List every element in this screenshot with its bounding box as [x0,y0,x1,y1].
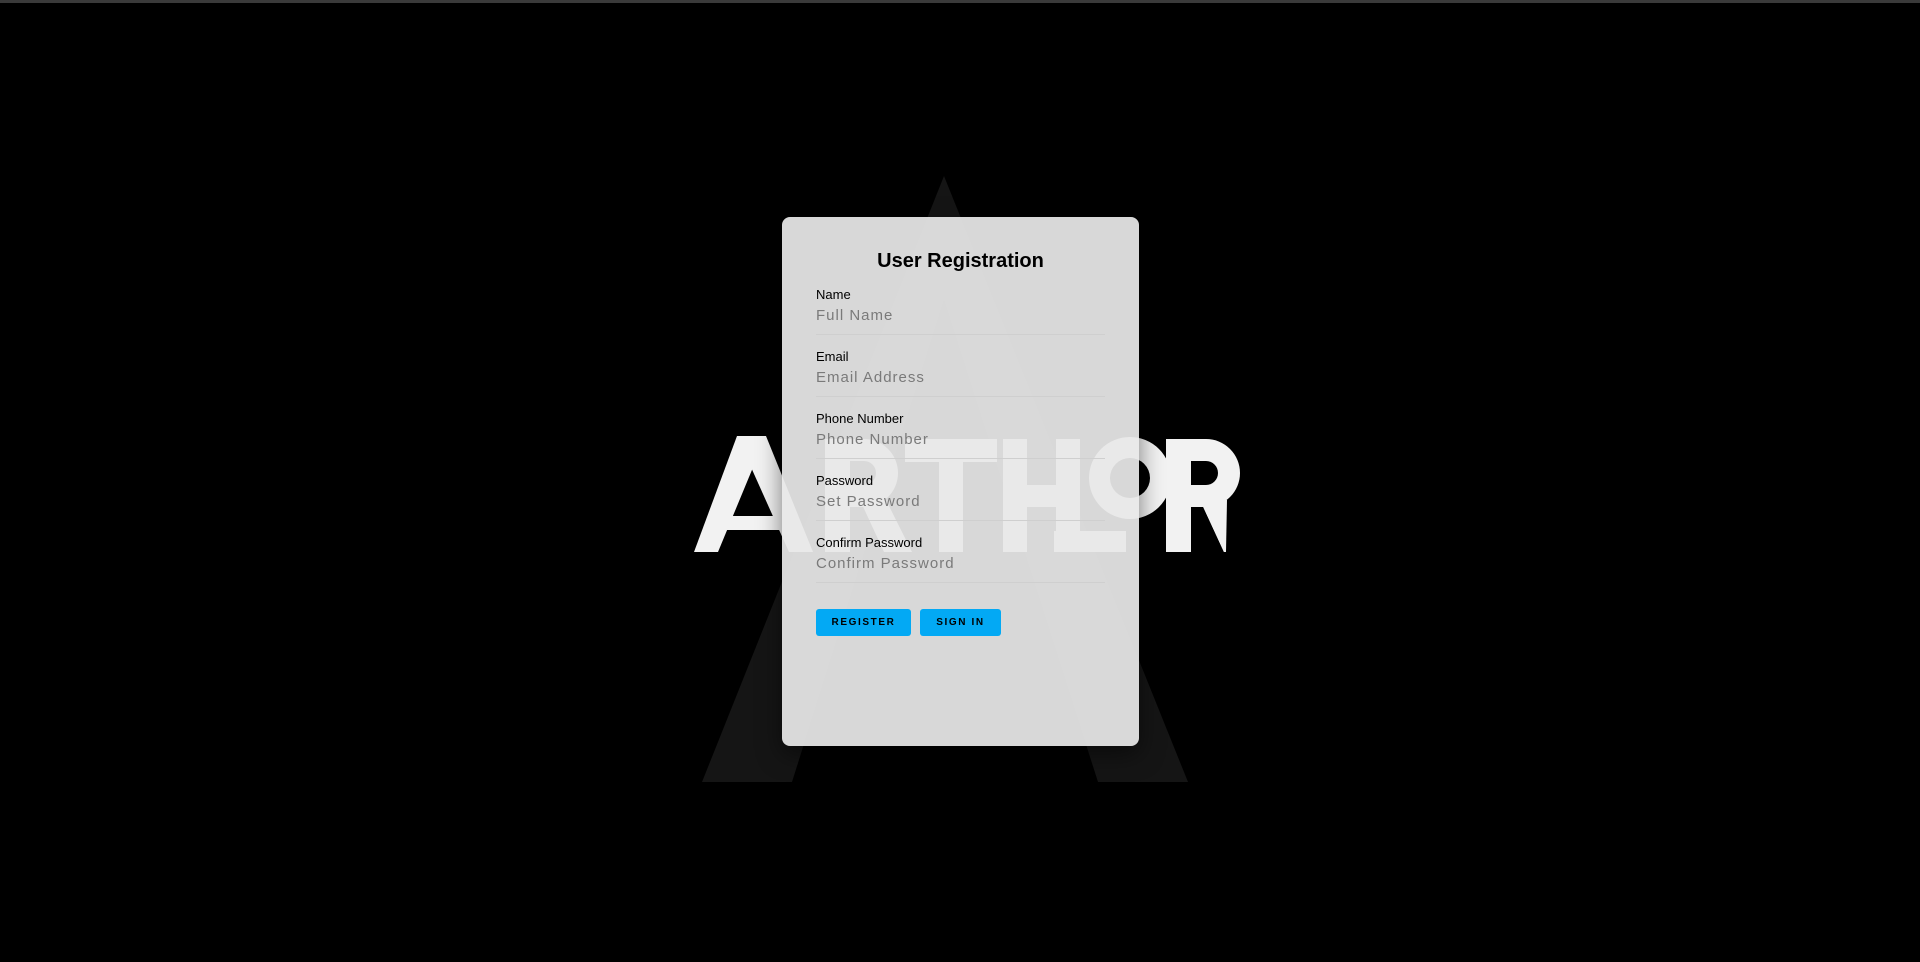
form-title: User Registration [877,250,1044,272]
phone-input[interactable] [816,427,1105,459]
sign-in-button[interactable]: SIGN IN [920,609,1001,636]
phone-field-group: Phone Number [816,411,1105,459]
confirm-password-input[interactable] [816,551,1105,583]
name-input[interactable] [816,303,1105,335]
email-label: Email [816,349,849,364]
form-fields: Name Email Phone Number Password Confirm… [816,287,1105,583]
name-label: Name [816,287,851,302]
password-label: Password [816,473,874,488]
password-field-group: Password [816,473,1105,521]
name-field-group: Name [816,287,1105,335]
form-actions: REGISTER SIGN IN [816,609,1105,636]
email-field-group: Email [816,349,1105,397]
phone-label: Phone Number [816,411,904,426]
confirm-password-field-group: Confirm Password [816,535,1105,583]
confirm-password-label: Confirm Password [816,535,923,550]
register-button[interactable]: REGISTER [816,609,911,636]
email-input[interactable] [816,365,1105,397]
registration-card: User Registration Name Email Phone Numbe… [782,217,1139,746]
password-input[interactable] [816,489,1105,521]
